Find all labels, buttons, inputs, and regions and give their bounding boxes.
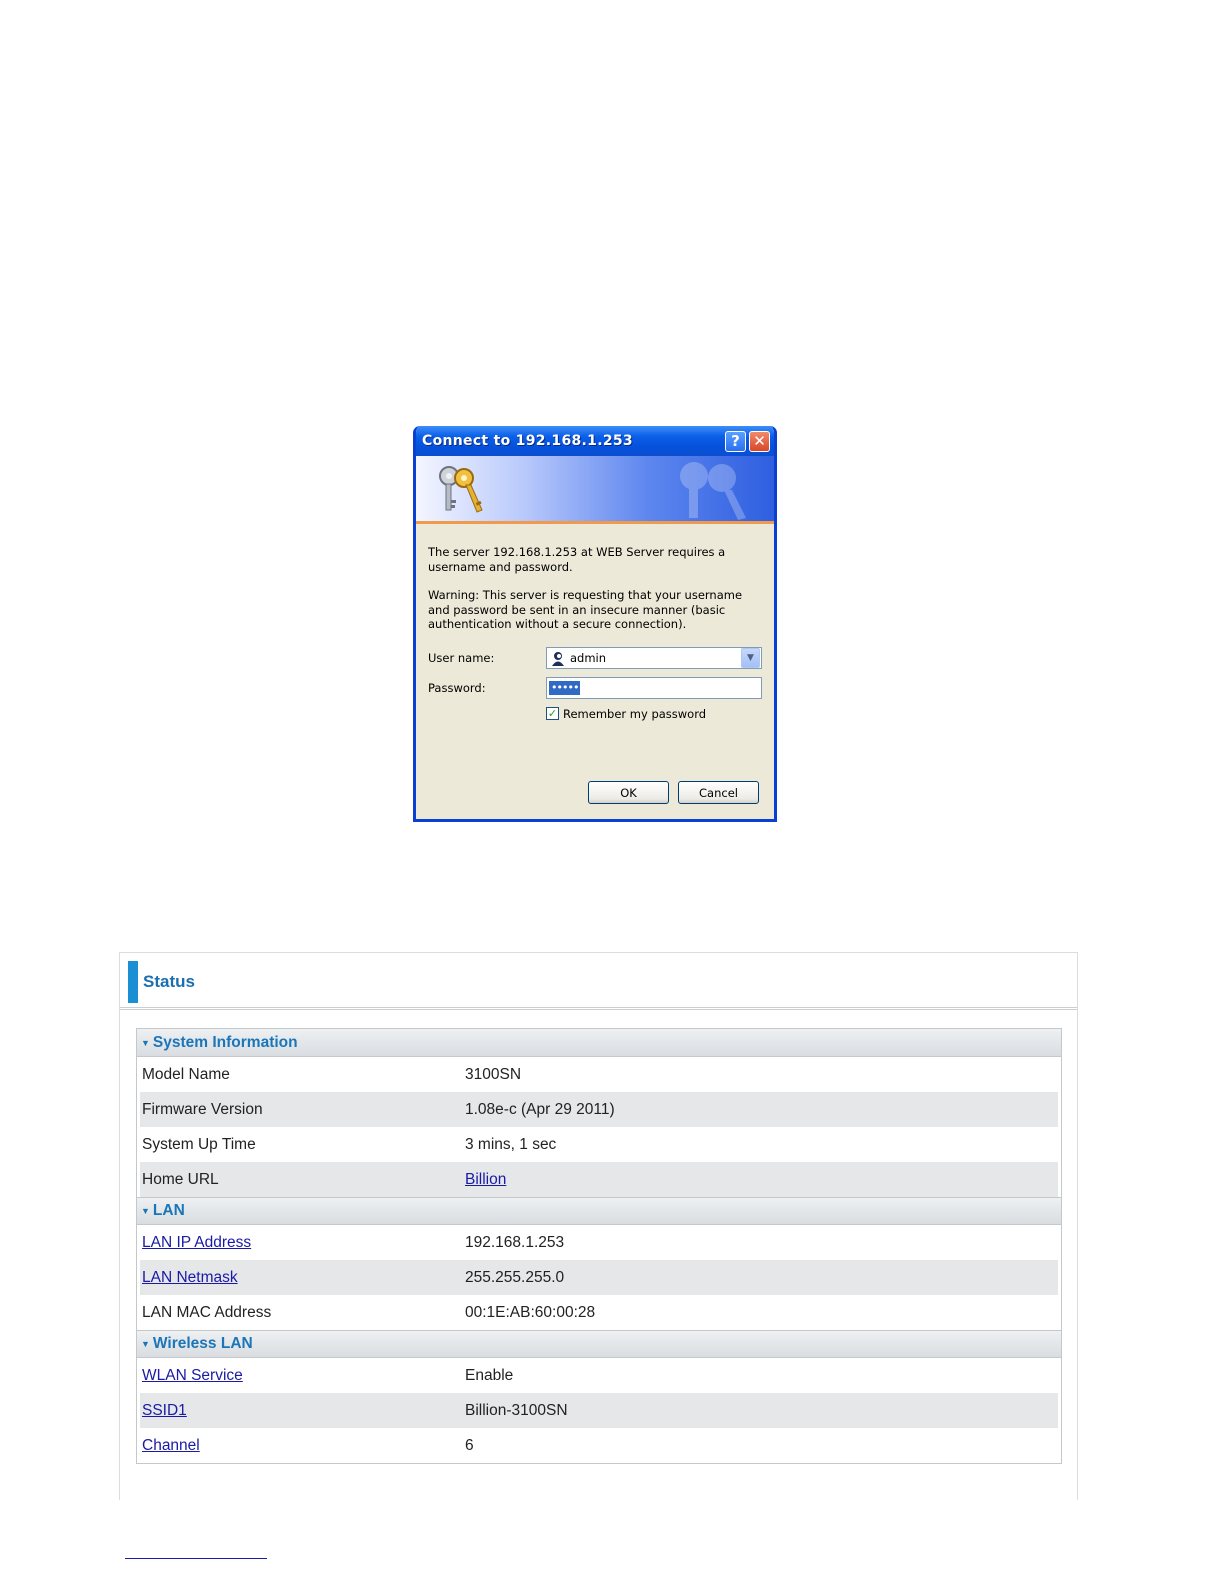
- dialog-body: The server 192.168.1.253 at WEB Server r…: [416, 524, 774, 721]
- dialog-message: The server 192.168.1.253 at WEB Server r…: [428, 545, 726, 574]
- dialog-title: Connect to 192.168.1.253: [422, 433, 633, 449]
- login-dialog: Connect to 192.168.1.253 ? ✕ The server …: [413, 426, 777, 822]
- table-row: LAN Netmask 255.255.255.0: [140, 1260, 1058, 1295]
- row-value: 1.08e-c (Apr 29 2011): [465, 1100, 615, 1118]
- row-label: Model Name: [142, 1065, 230, 1083]
- table-row: Channel 6: [140, 1428, 1058, 1463]
- status-panel: Status ▼ System Information Model Name 3…: [119, 952, 1078, 1500]
- table-row: Home URL Billion: [140, 1162, 1058, 1197]
- table-row: SSID1 Billion-3100SN: [140, 1393, 1058, 1428]
- remember-label[interactable]: Remember my password: [563, 707, 706, 722]
- footnote-divider: [125, 1558, 267, 1559]
- lan-netmask-link[interactable]: LAN Netmask: [142, 1269, 238, 1286]
- status-accent-bar: [128, 961, 138, 1003]
- row-value: 3100SN: [465, 1065, 522, 1083]
- section-header-lan[interactable]: ▼ LAN: [137, 1197, 1061, 1225]
- username-row: User name: admin ▼: [428, 646, 762, 671]
- triangle-down-icon: ▼: [141, 1037, 150, 1048]
- cancel-button[interactable]: Cancel: [678, 781, 759, 804]
- table-row: Firmware Version 1.08e-c (Apr 29 2011): [140, 1092, 1058, 1127]
- home-url-link[interactable]: Billion: [465, 1171, 506, 1188]
- ok-button[interactable]: OK: [588, 781, 669, 804]
- password-row: Password: •••••: [428, 676, 762, 701]
- row-label: System Up Time: [142, 1135, 256, 1153]
- password-label: Password:: [428, 680, 486, 695]
- row-value: 3 mins, 1 sec: [465, 1135, 557, 1153]
- triangle-down-icon: ▼: [141, 1339, 150, 1349]
- table-row: WLAN Service Enable: [140, 1358, 1058, 1393]
- password-value: •••••: [549, 681, 581, 695]
- dialog-titlebar[interactable]: Connect to 192.168.1.253 ? ✕: [416, 426, 774, 456]
- status-header: Status: [120, 953, 1077, 1010]
- ssid1-link[interactable]: SSID1: [142, 1402, 187, 1419]
- checkmark-icon: ✓: [547, 707, 558, 721]
- table-row: LAN IP Address 192.168.1.253: [140, 1225, 1058, 1260]
- password-field[interactable]: •••••: [546, 677, 762, 699]
- channel-link[interactable]: Channel: [142, 1437, 200, 1454]
- keys-icon: [439, 466, 483, 513]
- section-header-system-information[interactable]: ▼ System Information: [137, 1029, 1061, 1057]
- close-icon[interactable]: ✕: [749, 430, 770, 452]
- dialog-banner: [416, 456, 774, 524]
- user-icon: [552, 651, 564, 666]
- row-value: Enable: [465, 1366, 514, 1384]
- lan-ip-address-link[interactable]: LAN IP Address: [142, 1234, 251, 1251]
- row-label: Home URL: [142, 1170, 219, 1188]
- dialog-buttons: OK Cancel: [588, 781, 759, 804]
- page-title: Status: [143, 972, 195, 991]
- table-row: System Up Time 3 mins, 1 sec: [140, 1127, 1058, 1162]
- row-value: Billion-3100SN: [465, 1401, 568, 1419]
- keys-watermark-icon: [680, 462, 746, 520]
- username-combobox[interactable]: admin ▼: [546, 647, 762, 669]
- table-row: Model Name 3100SN: [140, 1057, 1058, 1092]
- username-value: admin: [570, 650, 607, 665]
- table-row: LAN MAC Address 00:1E:AB:60:00:28: [140, 1295, 1058, 1330]
- chevron-down-icon[interactable]: ▼: [741, 648, 760, 668]
- row-value: 6: [465, 1436, 474, 1454]
- status-table: ▼ System Information Model Name 3100SN F…: [136, 1028, 1062, 1464]
- row-value: 192.168.1.253: [465, 1233, 565, 1251]
- username-label: User name:: [428, 650, 495, 665]
- wlan-service-link[interactable]: WLAN Service: [142, 1367, 243, 1384]
- row-label: LAN MAC Address: [142, 1303, 272, 1321]
- row-label: Firmware Version: [142, 1100, 263, 1118]
- section-header-wireless-lan[interactable]: ▼ Wireless LAN: [137, 1330, 1061, 1358]
- help-icon[interactable]: ?: [725, 430, 746, 452]
- remember-checkbox[interactable]: ✓: [546, 707, 559, 721]
- dialog-warning: Warning: This server is requesting that …: [428, 588, 743, 631]
- remember-row: ✓ Remember my password: [546, 707, 762, 722]
- row-value: 255.255.255.0: [465, 1268, 565, 1286]
- row-value: 00:1E:AB:60:00:28: [465, 1303, 596, 1321]
- triangle-down-icon: ▼: [141, 1206, 150, 1216]
